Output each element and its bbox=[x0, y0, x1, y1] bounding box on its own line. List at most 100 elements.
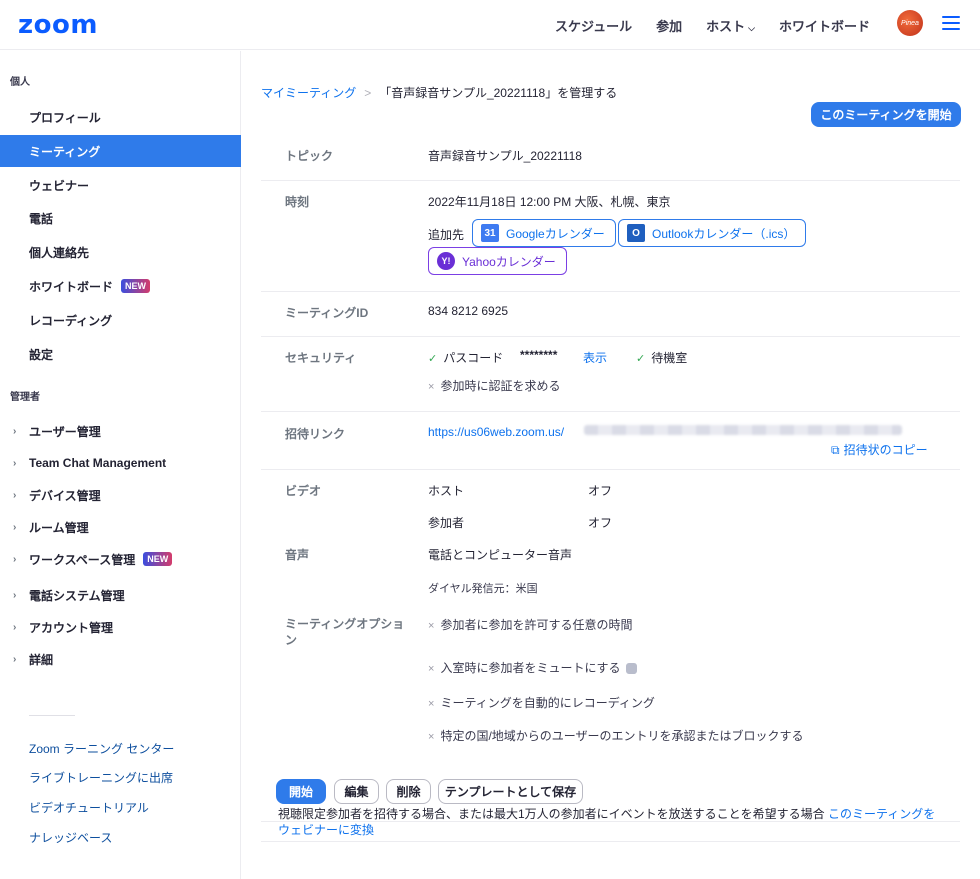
meeting-options-label: ミーティングオプション bbox=[285, 617, 405, 647]
chevron-right-icon: › bbox=[13, 489, 17, 501]
sidebar-item-whiteboard[interactable]: ホワイトボード NEW bbox=[0, 270, 241, 302]
sidebar-item-phone-system[interactable]: › 電話システム管理 bbox=[0, 581, 241, 609]
google-calendar-button[interactable]: 31 Googleカレンダー bbox=[472, 219, 616, 247]
passcode-item: ✓ パスコード bbox=[428, 349, 503, 366]
sidebar-item-meetings[interactable]: ミーティング bbox=[0, 135, 241, 167]
auth-label: 参加時に認証を求める bbox=[440, 379, 561, 393]
topic-value: 音声録音サンプル_20221118 bbox=[428, 149, 582, 163]
start-button[interactable]: 開始 bbox=[276, 779, 326, 804]
x-icon: × bbox=[428, 381, 435, 393]
nav-schedule[interactable]: スケジュール bbox=[555, 16, 632, 35]
option-region-block: × 特定の国/地域からのユーザーのエントリを承認またはブロックする bbox=[428, 727, 804, 744]
waiting-room-item: ✓ 待機室 bbox=[636, 349, 687, 366]
webinar-note-text: 視聴限定参加者を招待する場合、または最大1万人の参加者にイベントを放送することを… bbox=[278, 807, 829, 821]
sidebar-item-webinars[interactable]: ウェビナー bbox=[0, 169, 241, 201]
sidebar-item-workspace-management[interactable]: › ワークスペース管理 NEW bbox=[0, 545, 241, 573]
blurred-url bbox=[584, 425, 902, 435]
sidebar-item-label: 詳細 bbox=[29, 652, 54, 667]
option-label: 特定の国/地域からのユーザーのエントリを承認またはブロックする bbox=[440, 729, 804, 743]
nav-join[interactable]: 参加 bbox=[656, 16, 682, 35]
sidebar-item-account-management[interactable]: › アカウント管理 bbox=[0, 613, 241, 641]
sidebar-item-advanced[interactable]: › 詳細 bbox=[0, 645, 241, 673]
sidebar-item-label: Team Chat Management bbox=[29, 456, 167, 470]
sidebar-section-admin: 管理者 bbox=[10, 392, 40, 403]
nav-host[interactable]: ホスト ⌵ bbox=[706, 16, 755, 35]
outlook-calendar-icon: O bbox=[627, 224, 645, 242]
chevron-right-icon: › bbox=[13, 621, 17, 633]
top-header: zoom スケジュール 参加 ホスト ⌵ ホワイトボード Pinea bbox=[0, 0, 980, 50]
audio-label: 音声 bbox=[285, 548, 310, 562]
save-as-template-button[interactable]: テンプレートとして保存 bbox=[438, 779, 583, 804]
yahoo-calendar-icon: Y! bbox=[437, 252, 455, 270]
time-value: 2022年11月18日 12:00 PM 大阪、札幌、東京 bbox=[428, 195, 671, 209]
chevron-down-icon: ⌵ bbox=[748, 23, 755, 33]
sidebar-item-phone[interactable]: 電話 bbox=[0, 202, 241, 234]
copy-invitation-button[interactable]: ⧉ 招待状のコピー bbox=[831, 441, 928, 458]
info-icon[interactable] bbox=[625, 663, 637, 675]
sidebar-item-device-management[interactable]: › デバイス管理 bbox=[0, 481, 241, 509]
time-row: 時刻 2022年11月18日 12:00 PM 大阪、札幌、東京 追加先 31 … bbox=[261, 181, 960, 292]
chevron-right-icon: › bbox=[13, 521, 17, 533]
show-passcode-link[interactable]: 表示 bbox=[583, 349, 607, 366]
hamburger-menu-icon[interactable] bbox=[942, 16, 960, 30]
breadcrumb-my-meetings[interactable]: マイミーティング bbox=[261, 84, 356, 101]
time-label: 時刻 bbox=[285, 195, 310, 209]
link-video-tutorials[interactable]: ビデオチュートリアル bbox=[29, 799, 149, 816]
copy-invitation-label: 招待状のコピー bbox=[843, 443, 928, 457]
option-join-anytime: × 参加者に参加を許可する任意の時間 bbox=[428, 616, 632, 633]
video-host-label: ホスト bbox=[428, 484, 465, 498]
outlook-calendar-button[interactable]: O Outlookカレンダー（.ics） bbox=[618, 219, 807, 247]
link-learning-center[interactable]: Zoom ラーニング センター bbox=[29, 740, 174, 757]
sidebar-item-settings[interactable]: 設定 bbox=[0, 338, 241, 370]
edit-button[interactable]: 編集 bbox=[334, 779, 379, 804]
topic-label: トピック bbox=[285, 149, 334, 163]
sidebar-item-contacts[interactable]: 個人連絡先 bbox=[0, 236, 241, 268]
sidebar-item-recordings[interactable]: レコーディング bbox=[0, 304, 241, 336]
share-icon: ⧉ bbox=[831, 443, 840, 457]
sidebar-item-label: ワークスペース管理 bbox=[29, 552, 136, 567]
sidebar-item-team-chat[interactable]: › Team Chat Management bbox=[0, 449, 241, 477]
nav-host-label: ホスト bbox=[706, 19, 746, 34]
passcode-label: パスコード bbox=[443, 351, 504, 365]
dial-from: ダイヤル発信元：米国 bbox=[428, 583, 538, 595]
nav-whiteboard[interactable]: ホワイトボード bbox=[779, 16, 870, 35]
new-badge: NEW bbox=[121, 279, 151, 293]
sidebar-item-label: レコーディング bbox=[29, 313, 113, 328]
waiting-room-label: 待機室 bbox=[651, 351, 688, 365]
top-nav: スケジュール 参加 ホスト ⌵ ホワイトボード bbox=[555, 16, 870, 35]
topic-row: トピック 音声録音サンプル_20221118 bbox=[261, 131, 960, 181]
chevron-right-icon: › bbox=[13, 589, 17, 601]
breadcrumb: マイミーティング > 「音声録音サンプル_20221118」を管理する bbox=[261, 84, 617, 101]
sidebar-section-personal: 個人 bbox=[10, 77, 30, 88]
sidebar-item-profile[interactable]: プロフィール bbox=[0, 101, 241, 133]
option-label: 入室時に参加者をミュートにする bbox=[440, 661, 621, 675]
zoom-logo[interactable]: zoom bbox=[18, 10, 98, 40]
sidebar-item-label: ミーティング bbox=[29, 144, 101, 159]
invite-link-url[interactable]: https://us06web.zoom.us/ bbox=[428, 425, 564, 439]
sidebar-item-label: 電話システム管理 bbox=[29, 588, 125, 603]
check-icon: ✓ bbox=[636, 353, 646, 365]
option-mute-on-entry: × 入室時に参加者をミュートにする bbox=[428, 659, 637, 676]
security-label: セキュリティ bbox=[285, 351, 357, 365]
meeting-id-row: ミーティングID 834 8212 6925 bbox=[261, 292, 960, 337]
google-calendar-icon: 31 bbox=[481, 224, 499, 242]
start-meeting-button[interactable]: このミーティングを開始 bbox=[811, 102, 961, 127]
avatar[interactable]: Pinea bbox=[897, 10, 923, 36]
sidebar-item-user-management[interactable]: › ユーザー管理 bbox=[0, 417, 241, 445]
yahoo-calendar-label: Yahooカレンダー bbox=[462, 254, 556, 269]
add-to-label: 追加先 bbox=[428, 228, 465, 242]
breadcrumb-separator: > bbox=[364, 85, 372, 100]
link-knowledge-base[interactable]: ナレッジベース bbox=[29, 829, 112, 846]
sidebar-item-label: 電話 bbox=[29, 211, 54, 226]
sidebar-item-room-management[interactable]: › ルーム管理 bbox=[0, 513, 241, 541]
breadcrumb-current: 「音声録音サンプル_20221118」を管理する bbox=[379, 86, 618, 100]
option-auto-record: × ミーティングを自動的にレコーディング bbox=[428, 694, 655, 711]
main-content: マイミーティング > 「音声録音サンプル_20221118」を管理する このミー… bbox=[241, 51, 980, 879]
link-live-training[interactable]: ライブトレーニングに出席 bbox=[29, 769, 173, 786]
yahoo-calendar-button[interactable]: Y! Yahooカレンダー bbox=[428, 247, 567, 275]
sidebar-item-label: 設定 bbox=[29, 347, 54, 362]
delete-button[interactable]: 削除 bbox=[386, 779, 431, 804]
google-calendar-label: Googleカレンダー bbox=[506, 226, 605, 241]
x-icon: × bbox=[428, 620, 435, 632]
audio-value: 電話とコンピューター音声 bbox=[428, 548, 573, 562]
